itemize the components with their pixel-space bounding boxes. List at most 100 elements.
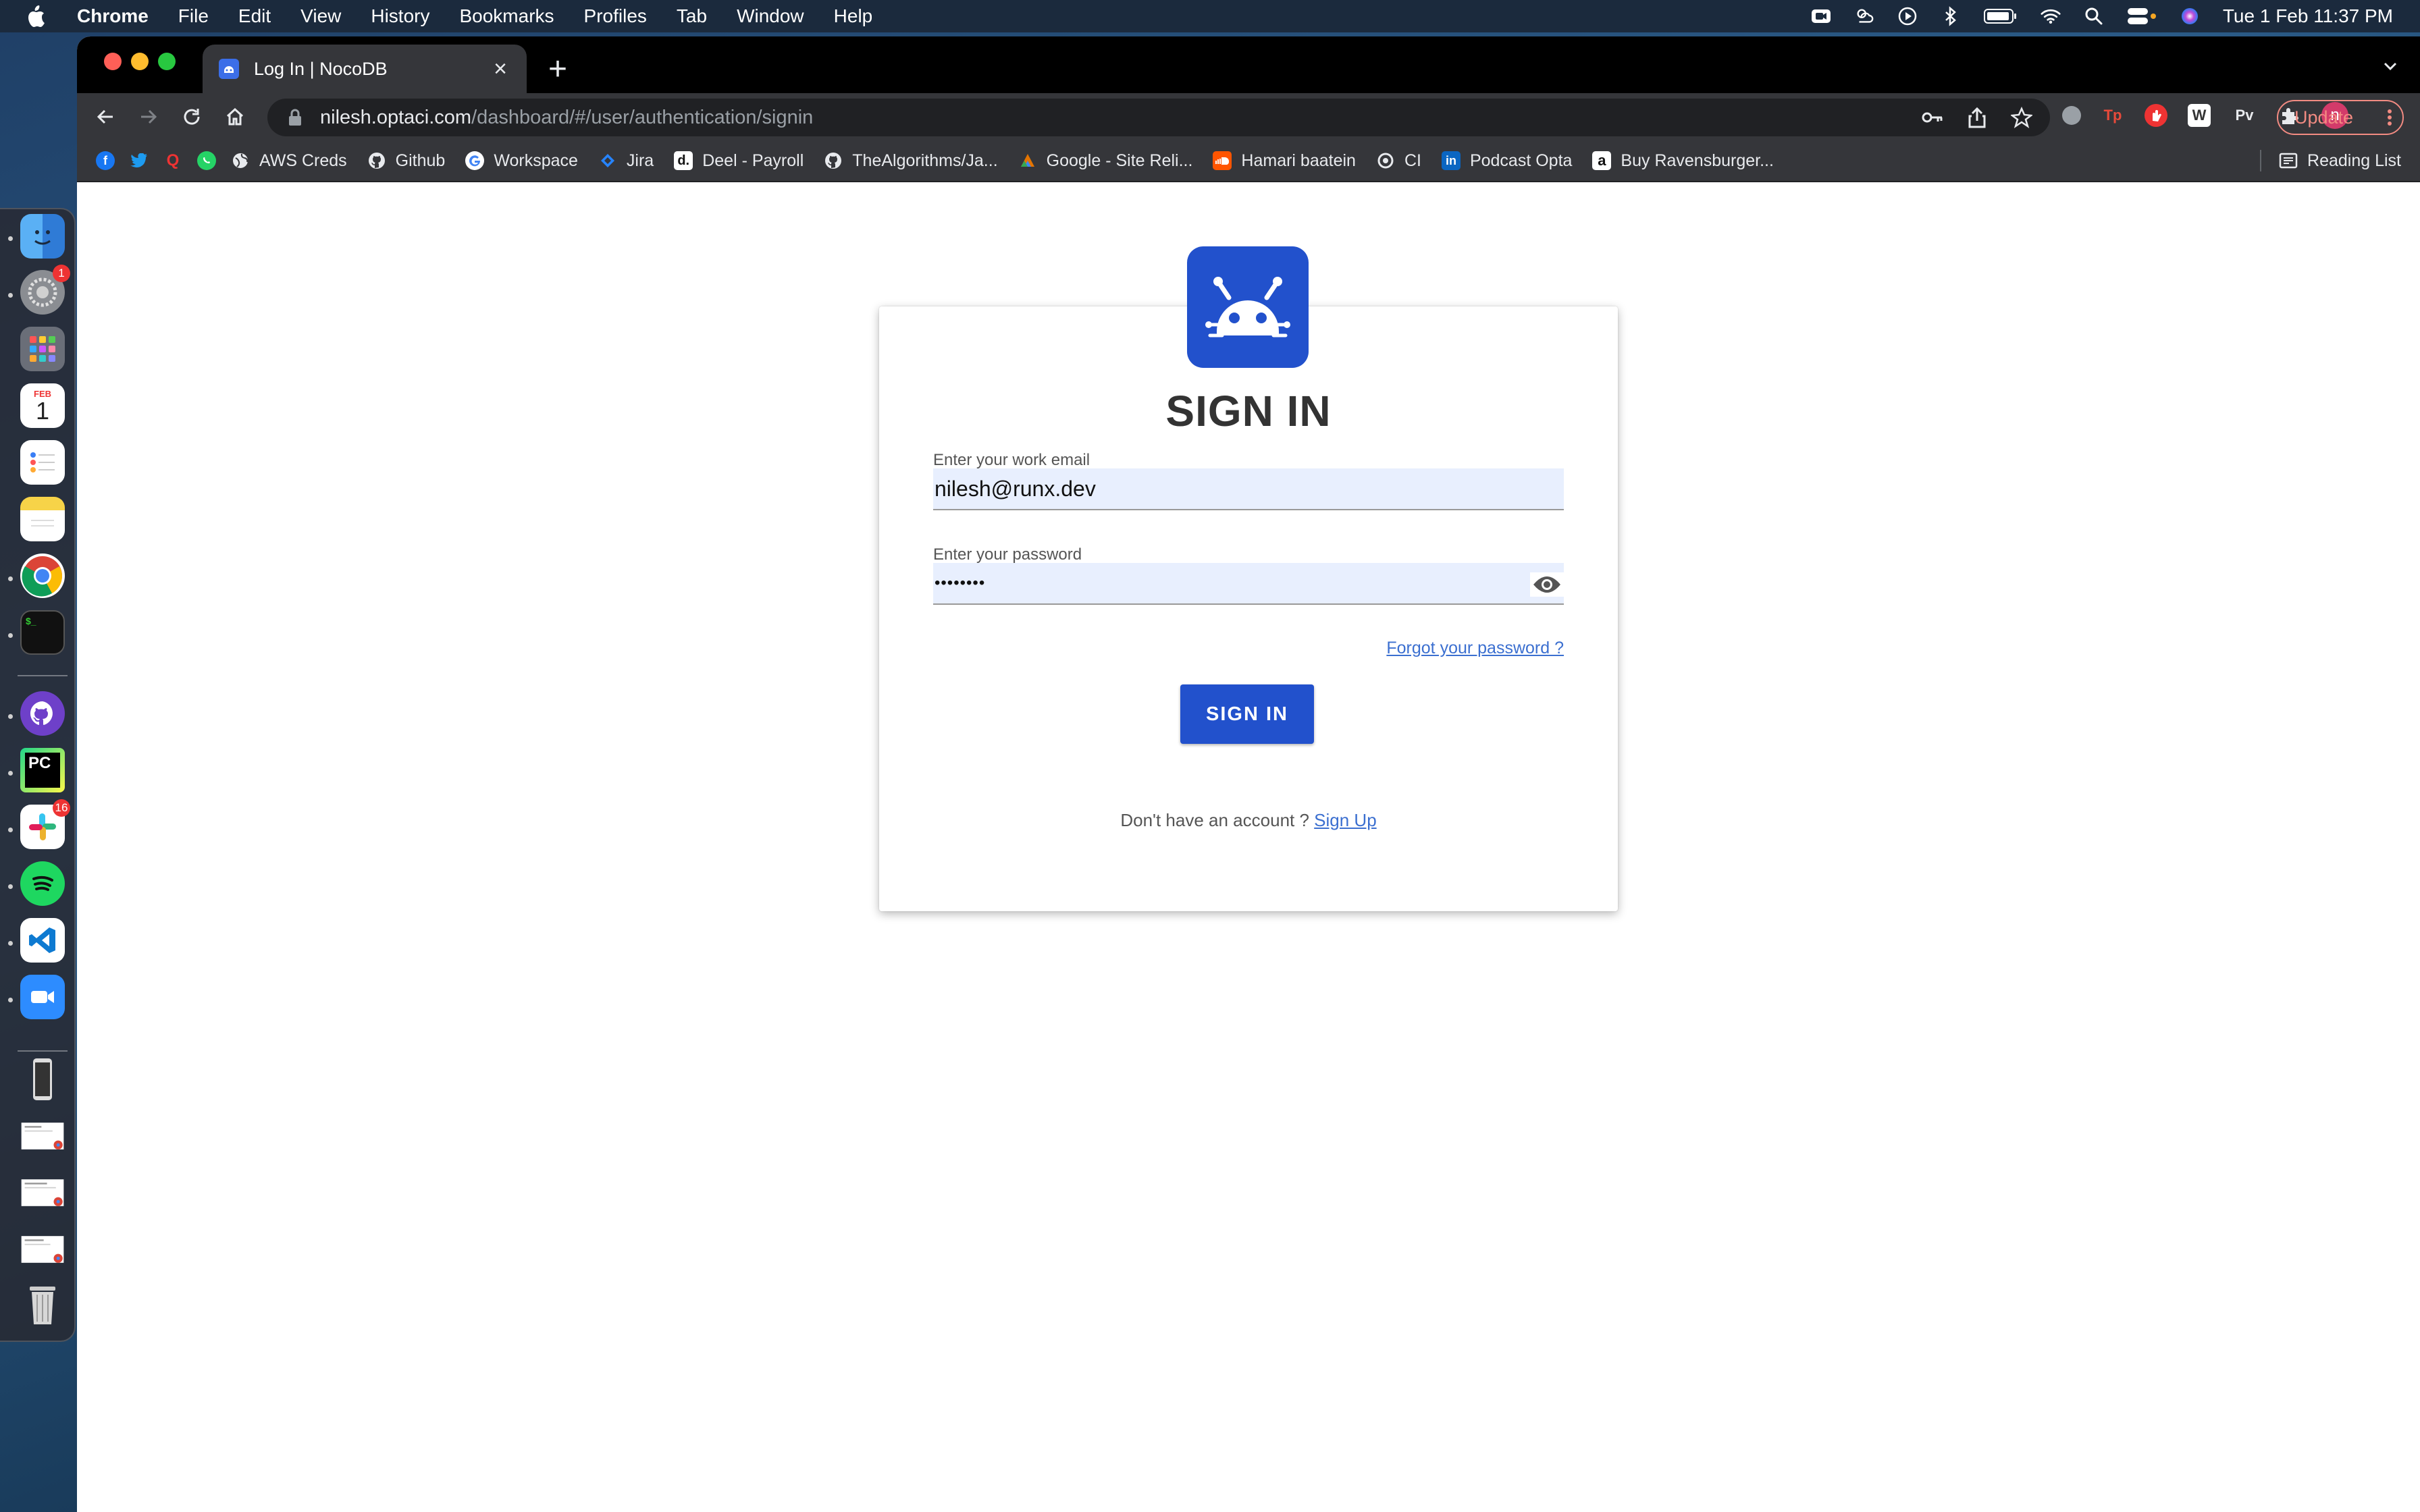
url-host: nilesh.optaci.com xyxy=(320,106,472,128)
battery-icon[interactable] xyxy=(1983,6,2018,26)
bookmark-buy-ravensburger[interactable]: a Buy Ravensburger... xyxy=(1592,151,1774,171)
extension-circle-icon[interactable] xyxy=(2062,106,2081,125)
video-camera-icon[interactable] xyxy=(1811,6,1831,26)
dock-slack-icon[interactable]: 16 xyxy=(20,799,70,849)
dock-finder-icon[interactable] xyxy=(20,214,65,259)
spotlight-search-icon[interactable] xyxy=(2084,6,2104,26)
dock-running-indicator xyxy=(8,576,13,581)
dock-spotify-icon[interactable] xyxy=(20,861,65,906)
dock-running-indicator xyxy=(8,293,13,298)
signin-card: SIGN IN Enter your work email Enter your… xyxy=(879,306,1618,911)
dock-pycharm-icon[interactable]: PC xyxy=(20,748,65,792)
tab-search-chevron-icon[interactable] xyxy=(2379,55,2401,77)
bookmark-podcast-opta[interactable]: in Podcast Opta xyxy=(1441,151,1572,171)
home-icon[interactable] xyxy=(223,105,247,129)
dock-notes-icon[interactable] xyxy=(20,497,65,541)
bluetooth-icon[interactable] xyxy=(1941,6,1961,26)
menu-window[interactable]: Window xyxy=(737,5,804,27)
address-bar[interactable]: nilesh.optaci.com/dashboard/#/user/authe… xyxy=(267,99,2050,136)
extension-tp-icon[interactable]: Tp xyxy=(2101,104,2124,127)
dock-iphone-mirror-icon[interactable] xyxy=(20,1057,65,1102)
dock-running-indicator xyxy=(8,884,13,889)
bookmark-jira[interactable]: Jira xyxy=(598,151,654,171)
menu-edit[interactable]: Edit xyxy=(238,5,271,27)
bookmark-quora[interactable]: Q xyxy=(163,151,182,170)
menu-app-name[interactable]: Chrome xyxy=(77,5,149,27)
linkedin-icon: in xyxy=(1441,151,1461,170)
reading-list-button[interactable]: Reading List xyxy=(2260,150,2401,171)
extension-w-icon[interactable]: W xyxy=(2188,104,2211,127)
wifi-icon[interactable] xyxy=(2041,6,2061,26)
forgot-password-link[interactable]: Forgot your password ? xyxy=(1386,639,1564,658)
window-zoom-button[interactable] xyxy=(158,53,176,70)
reload-icon[interactable] xyxy=(180,105,204,129)
bookmark-thealgorithms[interactable]: TheAlgorithms/Ja... xyxy=(824,151,998,171)
bookmark-label: AWS Creds xyxy=(259,151,347,170)
menu-profiles[interactable]: Profiles xyxy=(584,5,647,27)
show-password-eye-icon[interactable] xyxy=(1530,572,1564,597)
control-center-icon[interactable] xyxy=(2127,6,2157,26)
back-arrow-icon[interactable] xyxy=(93,105,117,129)
menu-bookmarks[interactable]: Bookmarks xyxy=(459,5,554,27)
extension-ad-block-icon[interactable] xyxy=(2145,104,2167,127)
menu-file[interactable]: File xyxy=(178,5,209,27)
tab-close-icon[interactable]: × xyxy=(490,56,510,82)
dock-chrome-icon[interactable] xyxy=(20,554,65,598)
dock-github-desktop-icon[interactable] xyxy=(20,691,65,736)
weather-icon[interactable] xyxy=(1854,6,1874,26)
password-field-label: Enter your password xyxy=(933,545,1082,564)
dock-vscode-icon[interactable] xyxy=(20,918,65,963)
page-content: SIGN IN Enter your work email Enter your… xyxy=(77,184,2420,1512)
menu-help[interactable]: Help xyxy=(834,5,873,27)
bookmark-label: Github xyxy=(395,151,446,170)
share-icon[interactable] xyxy=(1965,105,1989,130)
play-circle-icon[interactable] xyxy=(1897,6,1918,26)
bookmark-aws-creds[interactable]: AWS Creds xyxy=(231,151,347,171)
siri-icon[interactable] xyxy=(2180,6,2200,26)
bookmark-workspace[interactable]: Workspace xyxy=(465,151,578,171)
bookmark-github[interactable]: Github xyxy=(367,151,446,171)
new-tab-button[interactable]: + xyxy=(543,51,573,87)
forward-arrow-icon[interactable] xyxy=(136,105,161,129)
dock-minimized-window-thumbnail[interactable] xyxy=(20,1227,65,1272)
bookmark-whatsapp[interactable] xyxy=(197,151,216,170)
bookmark-twitter[interactable] xyxy=(130,151,149,170)
macos-menu-bar: Chrome File Edit View History Bookmarks … xyxy=(0,0,2420,32)
menu-bar-clock[interactable]: Tue 1 Feb 11:37 PM xyxy=(2223,5,2393,27)
bookmark-facebook[interactable]: f xyxy=(96,151,115,170)
dock-reminders-icon[interactable] xyxy=(20,440,65,485)
terminal-prompt-glyph: $_ xyxy=(26,616,36,626)
dock-system-preferences-icon[interactable]: 1 xyxy=(20,265,70,315)
password-field[interactable] xyxy=(933,563,1564,603)
url-path: /dashboard/#/user/authentication/signin xyxy=(471,106,814,128)
sign-in-button[interactable]: SIGN IN xyxy=(1180,684,1314,744)
dock-launchpad-icon[interactable] xyxy=(20,327,65,371)
window-minimize-button[interactable] xyxy=(131,53,149,70)
window-close-button[interactable] xyxy=(104,53,122,70)
tab-nocodb-login[interactable]: Log In | NocoDB × xyxy=(203,45,527,93)
password-key-icon[interactable] xyxy=(1920,105,1945,130)
bookmark-ci[interactable]: CI xyxy=(1376,151,1421,171)
dock-zoom-icon[interactable] xyxy=(20,975,65,1019)
lock-icon[interactable] xyxy=(288,109,302,126)
extension-pv-icon[interactable]: Pv xyxy=(2231,104,2258,127)
email-field[interactable] xyxy=(933,468,1564,509)
sign-up-link[interactable]: Sign Up xyxy=(1314,810,1377,830)
update-chrome-button[interactable]: Update xyxy=(2277,100,2404,135)
bookmark-star-icon[interactable] xyxy=(2009,105,2034,130)
apple-menu-icon[interactable] xyxy=(26,5,46,28)
menu-history[interactable]: History xyxy=(371,5,429,27)
dock-running-indicator xyxy=(8,771,13,776)
dock-calendar-icon[interactable]: FEB 1 xyxy=(20,383,65,428)
dock-trash-icon[interactable] xyxy=(20,1282,65,1327)
bookmark-hamari-baatein[interactable]: Hamari baatein xyxy=(1213,151,1356,171)
bookmark-google-site-reliability[interactable]: Google - Site Reli... xyxy=(1018,151,1192,171)
email-field-container xyxy=(933,468,1564,510)
menu-tab[interactable]: Tab xyxy=(677,5,707,27)
dock-terminal-icon[interactable]: $_ xyxy=(20,610,65,655)
bookmark-deel-payroll[interactable]: d. Deel - Payroll xyxy=(674,151,804,171)
dock-minimized-window-thumbnail[interactable] xyxy=(20,1114,65,1158)
dock-minimized-window-thumbnail[interactable] xyxy=(20,1170,65,1215)
menu-view[interactable]: View xyxy=(300,5,341,27)
password-field-container xyxy=(933,563,1564,605)
